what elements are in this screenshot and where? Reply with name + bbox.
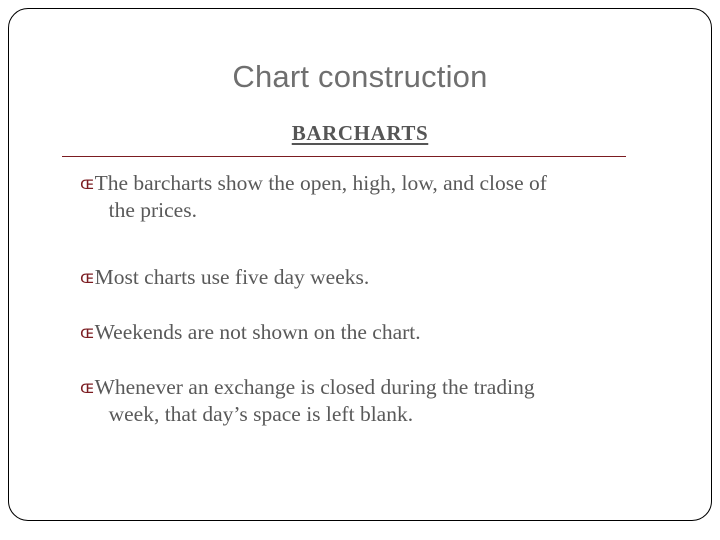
list-item-line-1: Whenever an exchange is closed during th… [94,375,535,399]
section-heading-label: BARCHARTS [291,121,429,145]
slide: Chart construction BARCHARTS ɶ The barch… [0,0,720,540]
bullet-ornament-icon: ɶ [80,268,95,288]
bullet-ornament-icon: ɶ [80,378,95,398]
list-item-text: The barcharts show the open, high, low, … [95,170,670,224]
page-title: Chart construction [232,59,488,94]
list-item-text: Weekends are not shown on the chart. [95,319,670,346]
list-item-line-2: the prices. [108,198,197,222]
section-heading: BARCHARTS [0,120,720,146]
bullet-ornament-icon: ɶ [80,323,95,343]
bullet-ornament-icon: ɶ [80,174,95,194]
list-item: ɶ Whenever an exchange is closed during … [80,374,670,428]
list-item-line-2: week, that day’s space is left blank. [108,402,414,426]
list-item-text: Most charts use five day weeks. [95,264,670,291]
list-item: ɶ Weekends are not shown on the chart. [80,319,670,346]
list-item-line-1: The barcharts show the open, high, low, … [94,171,547,195]
list-item: ɶ Most charts use five day weeks. [80,264,670,291]
list-item: ɶ The barcharts show the open, high, low… [80,170,670,224]
bullet-list: ɶ The barcharts show the open, high, low… [80,170,670,428]
list-item-line-1: Most charts use five day weeks. [94,265,370,289]
list-item-line-1: Weekends are not shown on the chart. [94,320,421,344]
horizontal-divider [62,156,626,157]
list-item-text: Whenever an exchange is closed during th… [95,374,670,428]
